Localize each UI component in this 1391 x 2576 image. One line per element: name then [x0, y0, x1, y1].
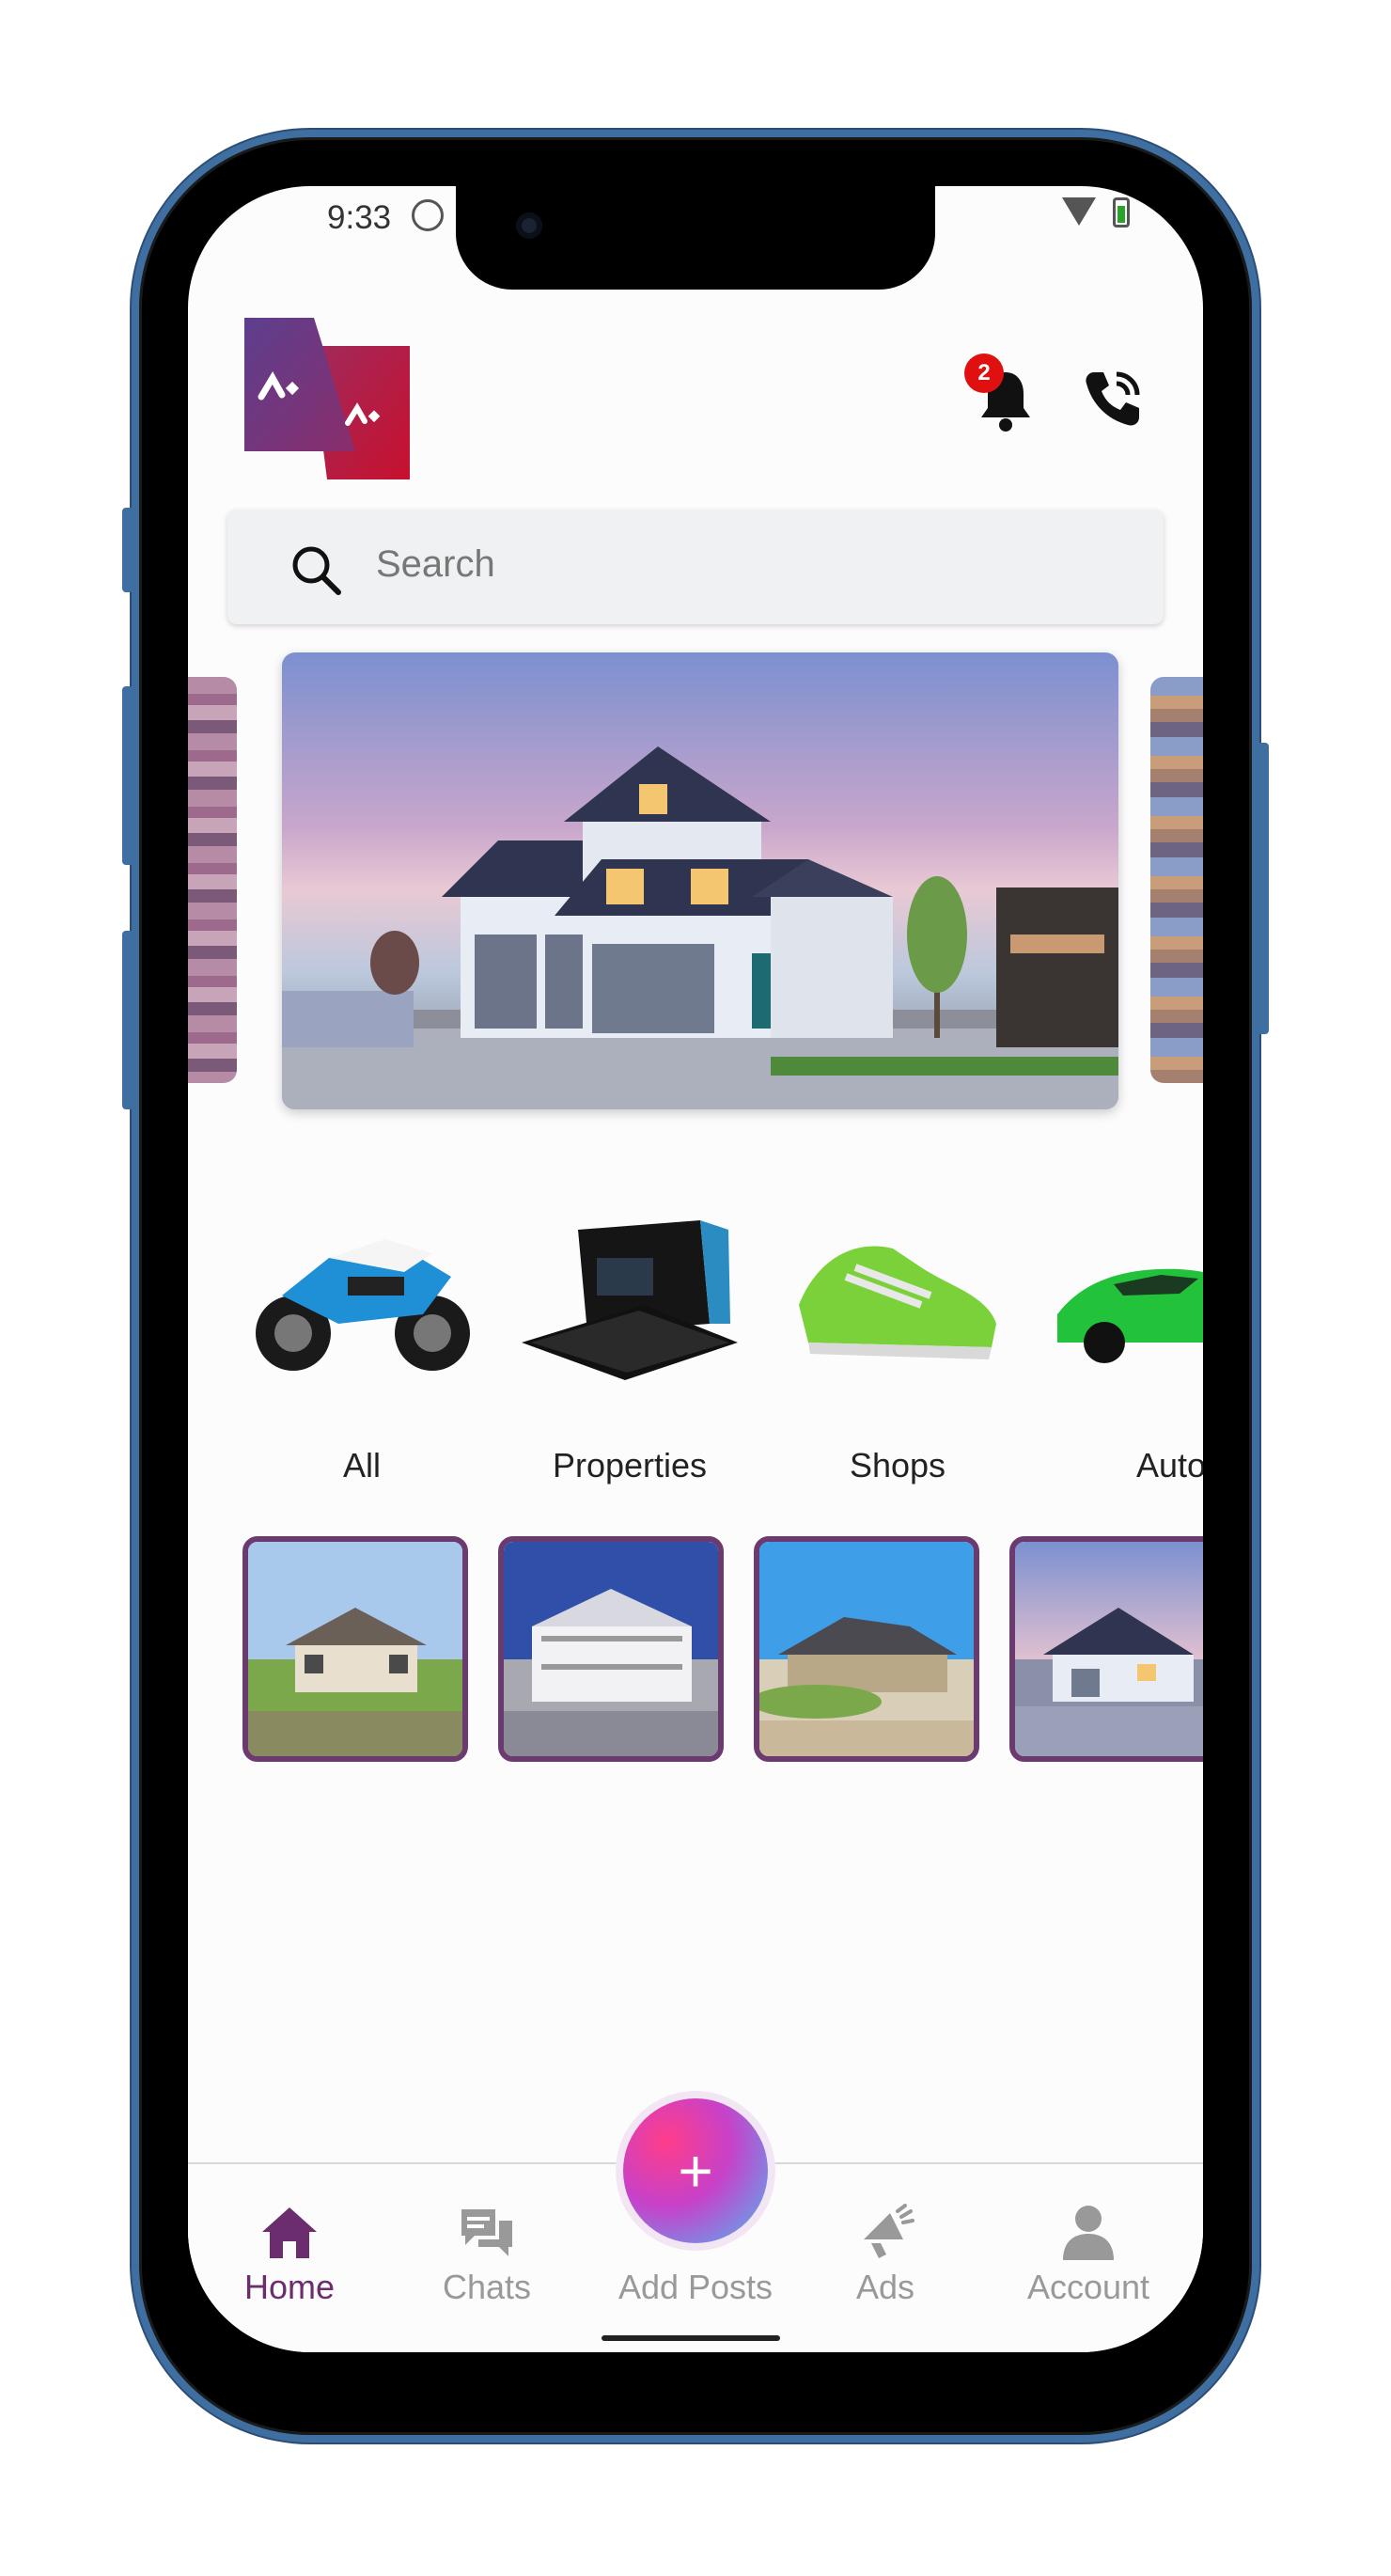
nav-account-label: Account	[1026, 2268, 1150, 2306]
house-image	[1015, 1608, 1203, 1756]
side-button-power	[1258, 743, 1269, 1034]
nav-account[interactable]: Account	[1004, 2202, 1173, 2307]
property-thumbnail[interactable]	[242, 1536, 468, 1762]
add-posts-label[interactable]: Add Posts	[583, 2268, 808, 2307]
app-logo[interactable]	[244, 318, 410, 479]
nav-chats-label: Chats	[442, 2268, 532, 2306]
whatsapp-icon	[412, 199, 444, 231]
banner-slide-house[interactable]	[282, 652, 1118, 1109]
banner-next-slide[interactable]	[1150, 677, 1203, 1083]
search-input[interactable]: Search	[376, 543, 495, 586]
category-label-all[interactable]: All	[244, 1446, 479, 1485]
house-image	[759, 1617, 974, 1756]
status-time: 9:33	[327, 199, 392, 236]
category-label-auto[interactable]: Auto	[1048, 1446, 1203, 1485]
wifi-icon	[1062, 197, 1096, 226]
chat-bubbles-icon	[461, 2209, 512, 2256]
house-image	[504, 1589, 718, 1756]
category-label-shops[interactable]: Shops	[780, 1446, 1015, 1485]
battery-icon	[1113, 197, 1130, 228]
add-post-button[interactable]: +	[623, 2098, 768, 2243]
side-button-volume-down	[122, 931, 133, 1109]
property-thumbnail[interactable]	[498, 1536, 724, 1762]
user-icon	[1063, 2206, 1114, 2260]
side-button-mute	[122, 508, 133, 592]
nav-ads-label: Ads	[855, 2268, 915, 2306]
sneaker-image[interactable]	[780, 1202, 1015, 1390]
property-thumbnail[interactable]	[754, 1536, 979, 1762]
nav-home-label: Home	[243, 2268, 336, 2306]
house-image	[248, 1608, 462, 1756]
motorcycle-image[interactable]	[244, 1202, 479, 1390]
nav-chats[interactable]: Chats	[402, 2202, 571, 2307]
search-icon	[292, 546, 341, 595]
home-indicator[interactable]	[602, 2335, 780, 2341]
house-banner-image	[282, 746, 1118, 1109]
app-screen: 9:33 2 Search All Properties Shops Auto …	[188, 186, 1203, 2352]
side-button-volume-up	[122, 686, 133, 865]
front-camera	[516, 212, 542, 239]
sports-car-image[interactable]	[1048, 1202, 1203, 1390]
notch	[456, 186, 935, 290]
property-thumbnail[interactable]	[1009, 1536, 1203, 1762]
search-bar[interactable]: Search	[227, 510, 1164, 624]
keyboard-box-image[interactable]	[512, 1202, 747, 1390]
banner-previous-slide[interactable]	[188, 677, 237, 1083]
nav-home[interactable]: Home	[205, 2202, 374, 2307]
home-icon	[262, 2207, 317, 2258]
megaphone-icon	[864, 2204, 914, 2258]
notification-count-badge: 2	[964, 353, 1004, 393]
nav-ads[interactable]: Ads	[801, 2202, 970, 2307]
category-label-properties[interactable]: Properties	[512, 1446, 747, 1485]
phone-call-icon[interactable]	[1079, 365, 1147, 432]
